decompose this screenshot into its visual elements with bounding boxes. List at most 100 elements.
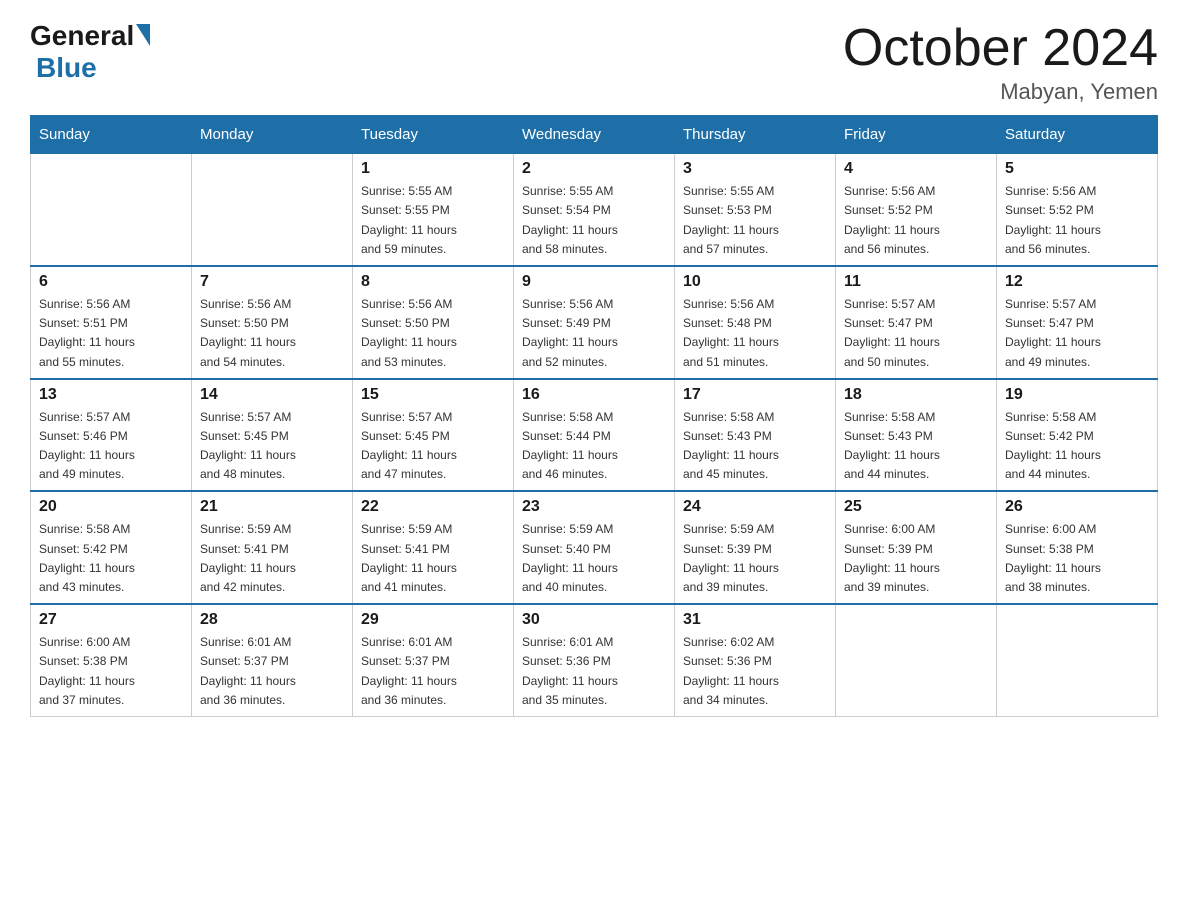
day-info: Sunrise: 6:00 AM Sunset: 5:38 PM Dayligh… [39,633,183,710]
day-info: Sunrise: 5:59 AM Sunset: 5:41 PM Dayligh… [200,520,344,597]
calendar-header-monday: Monday [192,116,353,154]
day-number: 20 [39,498,183,516]
calendar-day-cell: 14Sunrise: 5:57 AM Sunset: 5:45 PM Dayli… [192,379,353,492]
day-number: 28 [200,611,344,629]
calendar-day-cell: 5 Sunrise: 5:56 AM Sunset: 5:52 PM Daylig… [997,154,1158,266]
day-number: 5 [1005,160,1149,178]
day-number: 13 [39,386,183,404]
day-info: Sunrise: 5:57 AM Sunset: 5:47 PM Dayligh… [1005,295,1149,372]
calendar-day-cell: 3 Sunrise: 5:55 AM Sunset: 5:53 PM Daylig… [675,154,836,266]
day-number: 16 [522,386,666,404]
calendar-day-cell: 12 Sunrise: 5:57 AM Sunset: 5:47 PM Dayli… [997,266,1158,379]
calendar-day-cell [192,154,353,266]
calendar-day-cell: 4 Sunrise: 5:56 AM Sunset: 5:52 PM Daylig… [836,154,997,266]
day-number: 9 [522,273,666,291]
day-number: 2 [522,160,666,178]
day-info: Sunrise: 5:58 AM Sunset: 5:43 PM Dayligh… [683,408,827,485]
page-header: General Blue October 2024 Mabyan, Yemen [30,20,1158,105]
location-text: Mabyan, Yemen [843,79,1158,105]
calendar-day-cell: 17 Sunrise: 5:58 AM Sunset: 5:43 PM Dayli… [675,379,836,492]
calendar-day-cell: 25 Sunrise: 6:00 AM Sunset: 5:39 PM Dayli… [836,491,997,604]
calendar-day-cell: 8 Sunrise: 5:56 AM Sunset: 5:50 PM Daylig… [353,266,514,379]
calendar-day-cell: 19Sunrise: 5:58 AM Sunset: 5:42 PM Dayli… [997,379,1158,492]
title-section: October 2024 Mabyan, Yemen [843,20,1158,105]
calendar-day-cell: 13 Sunrise: 5:57 AM Sunset: 5:46 PM Dayli… [31,379,192,492]
day-info: Sunrise: 5:56 AM Sunset: 5:52 PM Dayligh… [844,182,988,259]
day-number: 23 [522,498,666,516]
day-info: Sunrise: 5:59 AM Sunset: 5:40 PM Dayligh… [522,520,666,597]
day-info: Sunrise: 5:59 AM Sunset: 5:41 PM Dayligh… [361,520,505,597]
calendar-week-row: 13 Sunrise: 5:57 AM Sunset: 5:46 PM Dayli… [31,379,1158,492]
calendar-day-cell: 28 Sunrise: 6:01 AM Sunset: 5:37 PM Dayli… [192,604,353,716]
day-number: 27 [39,611,183,629]
calendar-day-cell: 22Sunrise: 5:59 AM Sunset: 5:41 PM Dayli… [353,491,514,604]
calendar-day-cell: 18Sunrise: 5:58 AM Sunset: 5:43 PM Dayli… [836,379,997,492]
calendar-day-cell: 20 Sunrise: 5:58 AM Sunset: 5:42 PM Dayli… [31,491,192,604]
calendar-week-row: 1 Sunrise: 5:55 AM Sunset: 5:55 PM Daylig… [31,154,1158,266]
calendar-day-cell: 6Sunrise: 5:56 AM Sunset: 5:51 PM Daylig… [31,266,192,379]
day-info: Sunrise: 6:01 AM Sunset: 5:37 PM Dayligh… [361,633,505,710]
calendar-day-cell: 21Sunrise: 5:59 AM Sunset: 5:41 PM Dayli… [192,491,353,604]
day-info: Sunrise: 5:58 AM Sunset: 5:44 PM Dayligh… [522,408,666,485]
logo: General Blue [30,20,150,84]
day-number: 6 [39,273,183,291]
calendar-header-friday: Friday [836,116,997,154]
day-number: 10 [683,273,827,291]
calendar-header-saturday: Saturday [997,116,1158,154]
calendar-day-cell [31,154,192,266]
calendar-day-cell: 16 Sunrise: 5:58 AM Sunset: 5:44 PM Dayli… [514,379,675,492]
calendar-header-wednesday: Wednesday [514,116,675,154]
calendar-day-cell: 29 Sunrise: 6:01 AM Sunset: 5:37 PM Dayli… [353,604,514,716]
day-number: 11 [844,273,988,291]
day-info: Sunrise: 6:00 AM Sunset: 5:39 PM Dayligh… [844,520,988,597]
day-info: Sunrise: 5:56 AM Sunset: 5:50 PM Dayligh… [200,295,344,372]
calendar-day-cell: 26 Sunrise: 6:00 AM Sunset: 5:38 PM Dayli… [997,491,1158,604]
day-info: Sunrise: 5:57 AM Sunset: 5:45 PM Dayligh… [361,408,505,485]
day-info: Sunrise: 5:56 AM Sunset: 5:52 PM Dayligh… [1005,182,1149,259]
day-number: 24 [683,498,827,516]
day-number: 30 [522,611,666,629]
calendar-day-cell: 23 Sunrise: 5:59 AM Sunset: 5:40 PM Dayli… [514,491,675,604]
day-info: Sunrise: 5:56 AM Sunset: 5:48 PM Dayligh… [683,295,827,372]
day-number: 1 [361,160,505,178]
day-info: Sunrise: 5:55 AM Sunset: 5:53 PM Dayligh… [683,182,827,259]
day-number: 15 [361,386,505,404]
day-number: 26 [1005,498,1149,516]
day-number: 4 [844,160,988,178]
calendar-day-cell: 15 Sunrise: 5:57 AM Sunset: 5:45 PM Dayli… [353,379,514,492]
day-info: Sunrise: 5:55 AM Sunset: 5:55 PM Dayligh… [361,182,505,259]
day-info: Sunrise: 5:59 AM Sunset: 5:39 PM Dayligh… [683,520,827,597]
day-info: Sunrise: 5:58 AM Sunset: 5:43 PM Dayligh… [844,408,988,485]
day-number: 25 [844,498,988,516]
calendar-day-cell: 31 Sunrise: 6:02 AM Sunset: 5:36 PM Dayli… [675,604,836,716]
calendar-day-cell: 9 Sunrise: 5:56 AM Sunset: 5:49 PM Daylig… [514,266,675,379]
day-info: Sunrise: 5:56 AM Sunset: 5:49 PM Dayligh… [522,295,666,372]
logo-general-text: General [30,20,134,52]
calendar-day-cell: 1 Sunrise: 5:55 AM Sunset: 5:55 PM Daylig… [353,154,514,266]
calendar-week-row: 27 Sunrise: 6:00 AM Sunset: 5:38 PM Dayli… [31,604,1158,716]
day-info: Sunrise: 6:02 AM Sunset: 5:36 PM Dayligh… [683,633,827,710]
day-number: 29 [361,611,505,629]
day-number: 17 [683,386,827,404]
day-info: Sunrise: 5:57 AM Sunset: 5:45 PM Dayligh… [200,408,344,485]
day-info: Sunrise: 5:56 AM Sunset: 5:50 PM Dayligh… [361,295,505,372]
calendar-week-row: 20 Sunrise: 5:58 AM Sunset: 5:42 PM Dayli… [31,491,1158,604]
day-info: Sunrise: 6:01 AM Sunset: 5:37 PM Dayligh… [200,633,344,710]
day-number: 3 [683,160,827,178]
calendar-header-thursday: Thursday [675,116,836,154]
calendar-day-cell: 10 Sunrise: 5:56 AM Sunset: 5:48 PM Dayli… [675,266,836,379]
day-info: Sunrise: 5:58 AM Sunset: 5:42 PM Dayligh… [39,520,183,597]
day-info: Sunrise: 5:57 AM Sunset: 5:46 PM Dayligh… [39,408,183,485]
calendar-day-cell [997,604,1158,716]
calendar-week-row: 6Sunrise: 5:56 AM Sunset: 5:51 PM Daylig… [31,266,1158,379]
day-number: 12 [1005,273,1149,291]
day-number: 19 [1005,386,1149,404]
calendar-day-cell: 11Sunrise: 5:57 AM Sunset: 5:47 PM Dayli… [836,266,997,379]
day-number: 31 [683,611,827,629]
day-number: 8 [361,273,505,291]
day-info: Sunrise: 6:00 AM Sunset: 5:38 PM Dayligh… [1005,520,1149,597]
calendar-day-cell: 2Sunrise: 5:55 AM Sunset: 5:54 PM Daylig… [514,154,675,266]
calendar-day-cell: 27 Sunrise: 6:00 AM Sunset: 5:38 PM Dayli… [31,604,192,716]
day-info: Sunrise: 6:01 AM Sunset: 5:36 PM Dayligh… [522,633,666,710]
logo-blue-text: Blue [36,52,97,84]
